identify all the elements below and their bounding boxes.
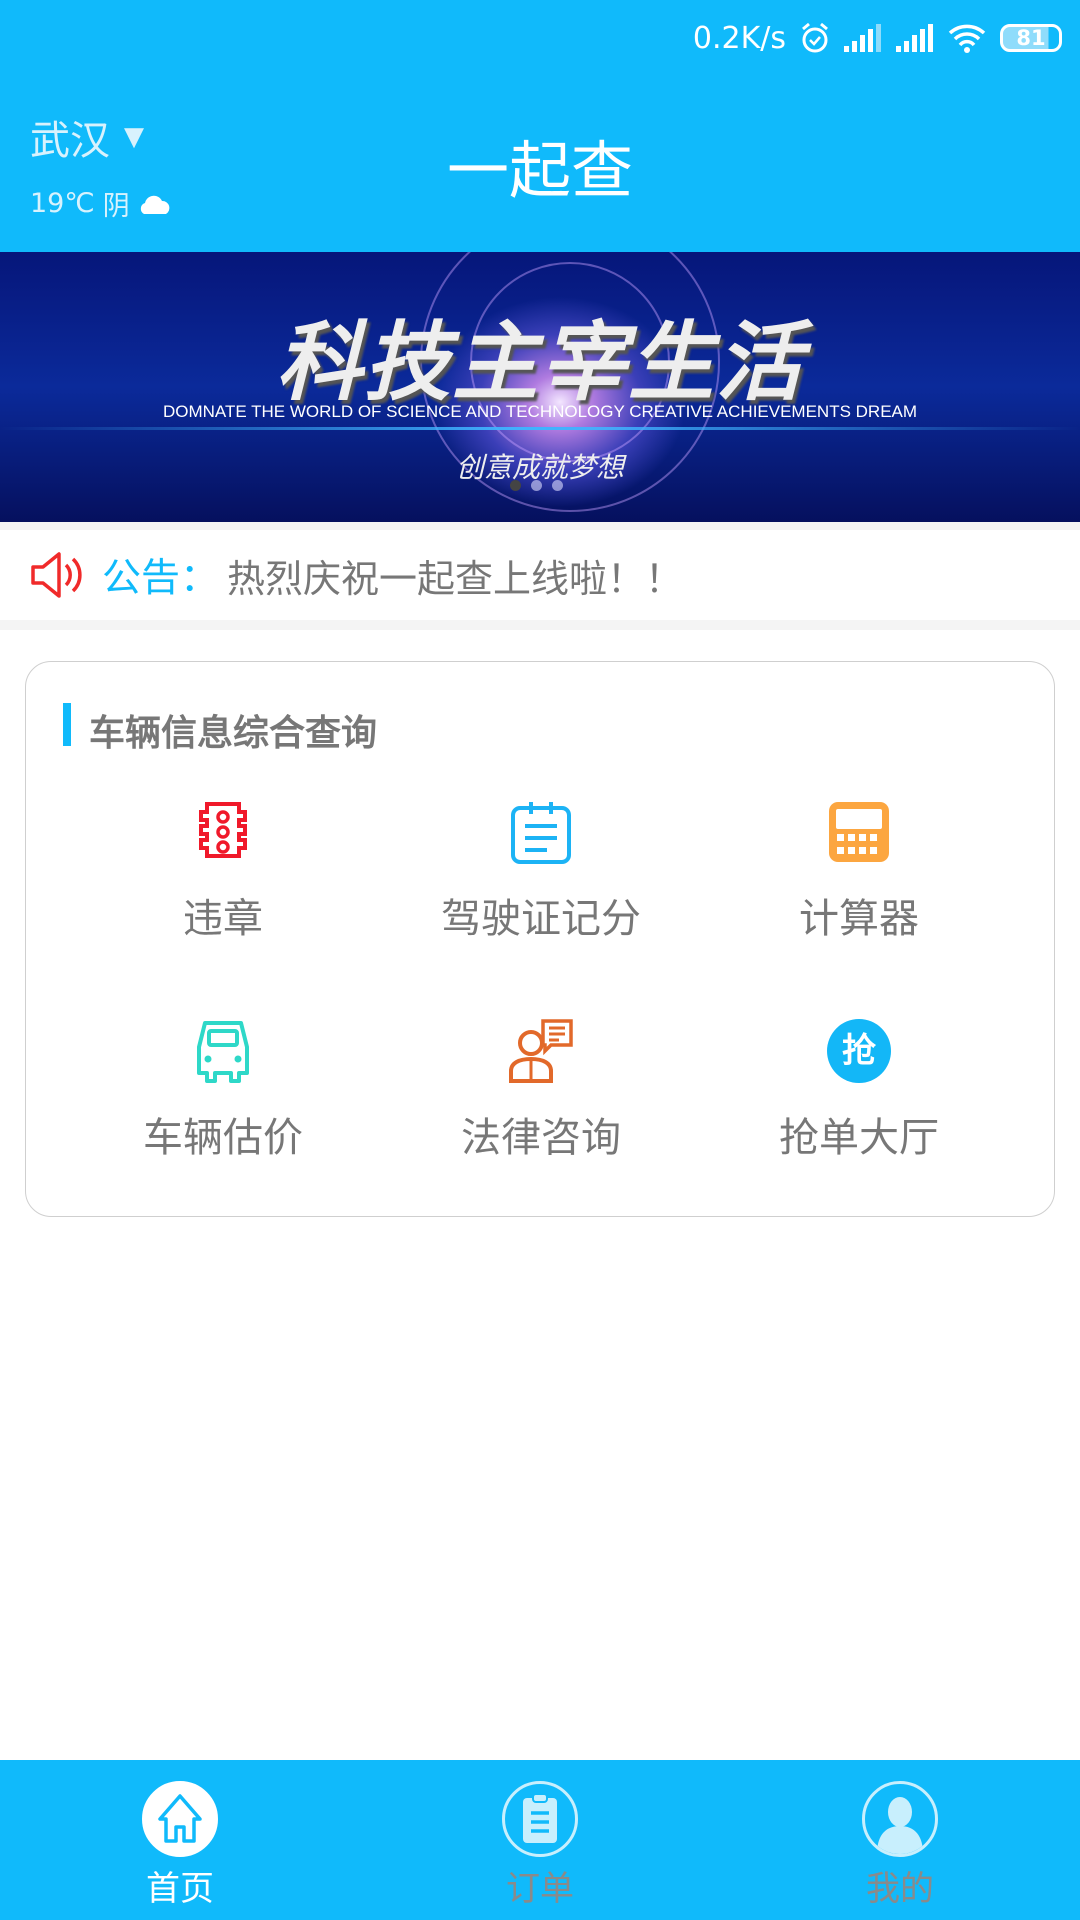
battery-icon: 81 (1000, 24, 1062, 52)
notice-text: 热烈庆祝一起查上线啦！！ (227, 556, 684, 601)
bottom-navigation: 首页 订单 我的 (0, 1760, 1080, 1920)
menu-item-label: 计算器 (799, 896, 919, 942)
status-bar: 0.2K/s 81 (693, 14, 1062, 62)
alarm-icon (802, 22, 828, 53)
carousel-indicator (510, 480, 563, 491)
menu-item-license-points[interactable]: 驾驶证记分 (381, 800, 701, 944)
traffic-light-icon (199, 802, 247, 858)
menu-item-label: 驾驶证记分 (441, 896, 641, 942)
section-accent-bar (63, 703, 71, 746)
signal-icon (844, 24, 881, 52)
calculator-icon (829, 802, 889, 862)
tab-label: 我的 (866, 1869, 934, 1909)
banner-english: DOMNATE THE WORLD OF SCIENCE AND TECHNOL… (162, 402, 918, 421)
menu-item-legal-consult[interactable]: 法律咨询 (381, 1019, 701, 1163)
car-icon (197, 1021, 249, 1083)
notepad-icon (511, 802, 571, 864)
menu-item-label: 法律咨询 (461, 1115, 621, 1161)
page-title: 一起查 (446, 134, 633, 207)
tab-home[interactable]: 首页 (0, 1760, 360, 1920)
section-title: 车辆信息综合查询 (89, 713, 378, 754)
grab-order-icon: 抢 (827, 1019, 891, 1083)
banner-light-streak (0, 427, 1080, 430)
notice-label: 公告： (102, 556, 220, 601)
tab-orders[interactable]: 订单 (360, 1760, 720, 1920)
menu-item-car-valuation[interactable]: 车辆估价 (63, 1019, 383, 1163)
menu-item-violation[interactable]: 违章 (63, 800, 383, 944)
menu-item-calculator[interactable]: 计算器 (699, 800, 1019, 944)
menu-item-label: 车辆估价 (143, 1115, 303, 1161)
tab-label: 订单 (506, 1869, 574, 1909)
clipboard-icon (502, 1781, 578, 1857)
app-header: 0.2K/s 81 武汉 ▼ 19℃ 阴 一起查 (0, 0, 1080, 252)
wifi-icon (948, 24, 986, 53)
speaker-icon (31, 552, 82, 598)
user-icon (862, 1781, 938, 1857)
menu-item-label: 抢单大厅 (779, 1115, 939, 1161)
notice-bar[interactable]: 公告： 热烈庆祝一起查上线啦！！ (0, 530, 1080, 620)
signal-icon (896, 24, 933, 52)
menu-item-label: 违章 (183, 896, 263, 942)
consultant-icon (509, 1019, 573, 1083)
net-speed: 0.2K/s (692, 20, 786, 56)
banner-carousel[interactable]: 科技主宰生活 DOMNATE THE WORLD OF SCIENCE AND … (0, 252, 1080, 522)
carousel-dot[interactable] (531, 480, 542, 491)
divider (0, 620, 1080, 630)
home-icon (142, 1781, 218, 1857)
menu-item-grab-order-hall[interactable]: 抢 抢单大厅 (699, 1019, 1019, 1163)
banner-headline: 科技主宰生活 (276, 313, 804, 413)
carousel-dot[interactable] (552, 480, 563, 491)
divider (0, 522, 1080, 530)
carousel-dot[interactable] (510, 480, 521, 491)
tab-label: 首页 (146, 1869, 214, 1909)
battery-level: 81 (1016, 26, 1046, 50)
vehicle-query-card: 车辆信息综合查询 违章 驾驶证记分 计算器 车辆估价 法律咨询 抢 抢单大厅 (25, 661, 1055, 1217)
tab-mine[interactable]: 我的 (720, 1760, 1080, 1920)
